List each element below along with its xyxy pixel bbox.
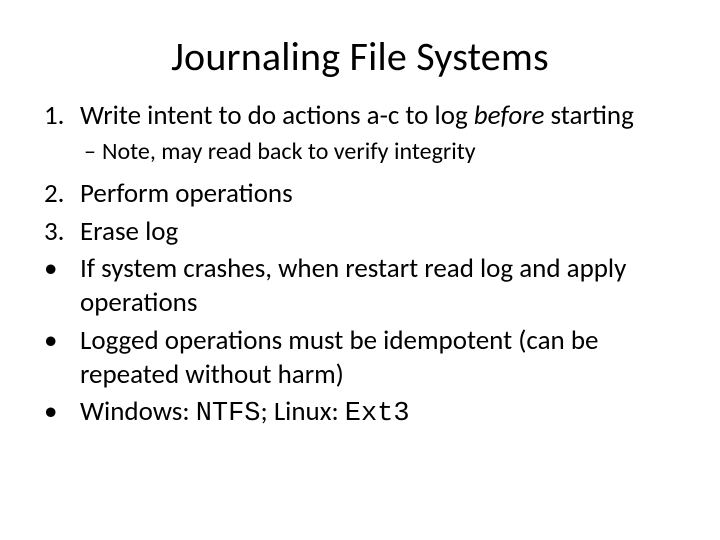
bullet-2-text: Logged operations must be idempotent (ca… <box>80 324 598 391</box>
item1-text-em: before <box>474 99 545 132</box>
list-item-2: 2.Perform operations <box>30 177 690 211</box>
bullet-2: •Logged operations must be idempotent (c… <box>30 324 690 392</box>
sub-item-1: –Note, may read back to verify integrity <box>84 137 690 167</box>
bullet-3-mono2: Ext3 <box>345 399 410 429</box>
sub-list-1: –Note, may read back to verify integrity <box>30 137 690 167</box>
sub-item-1-text: Note, may read back to verify integrity <box>102 137 476 166</box>
dash-marker: – <box>84 137 102 167</box>
item3-text: Erase log <box>80 215 178 248</box>
marker-1: 1. <box>44 99 80 133</box>
list-item-3: 3.Erase log <box>30 215 690 249</box>
item2-text: Perform operations <box>80 177 293 210</box>
marker-2: 2. <box>44 177 80 211</box>
bullet-1-text: If system crashes, when restart read log… <box>80 252 626 319</box>
list-item-1: 1.Write intent to do actions a-c to log … <box>30 99 690 133</box>
dot-marker: • <box>44 324 80 358</box>
marker-3: 3. <box>44 215 80 249</box>
bullet-3: •Windows: NTFS; Linux: Ext3 <box>30 395 690 432</box>
dot-marker: • <box>44 252 80 286</box>
item1-text-pre: Write intent to do actions a-c to log <box>80 99 474 132</box>
bullet-1: •If system crashes, when restart read lo… <box>30 252 690 320</box>
item1-text-post: starting <box>544 99 633 132</box>
bullet-3-mid: ; Linux: <box>261 395 345 428</box>
bullet-3-mono1: NTFS <box>196 399 261 429</box>
main-list: 1.Write intent to do actions a-c to log … <box>30 99 690 248</box>
bullet-3-pre: Windows: <box>80 395 196 428</box>
slide: Journaling File Systems 1.Write intent t… <box>0 0 720 540</box>
slide-title: Journaling File Systems <box>30 32 690 81</box>
dot-marker: • <box>44 395 80 429</box>
bullet-list: •If system crashes, when restart read lo… <box>30 252 690 432</box>
